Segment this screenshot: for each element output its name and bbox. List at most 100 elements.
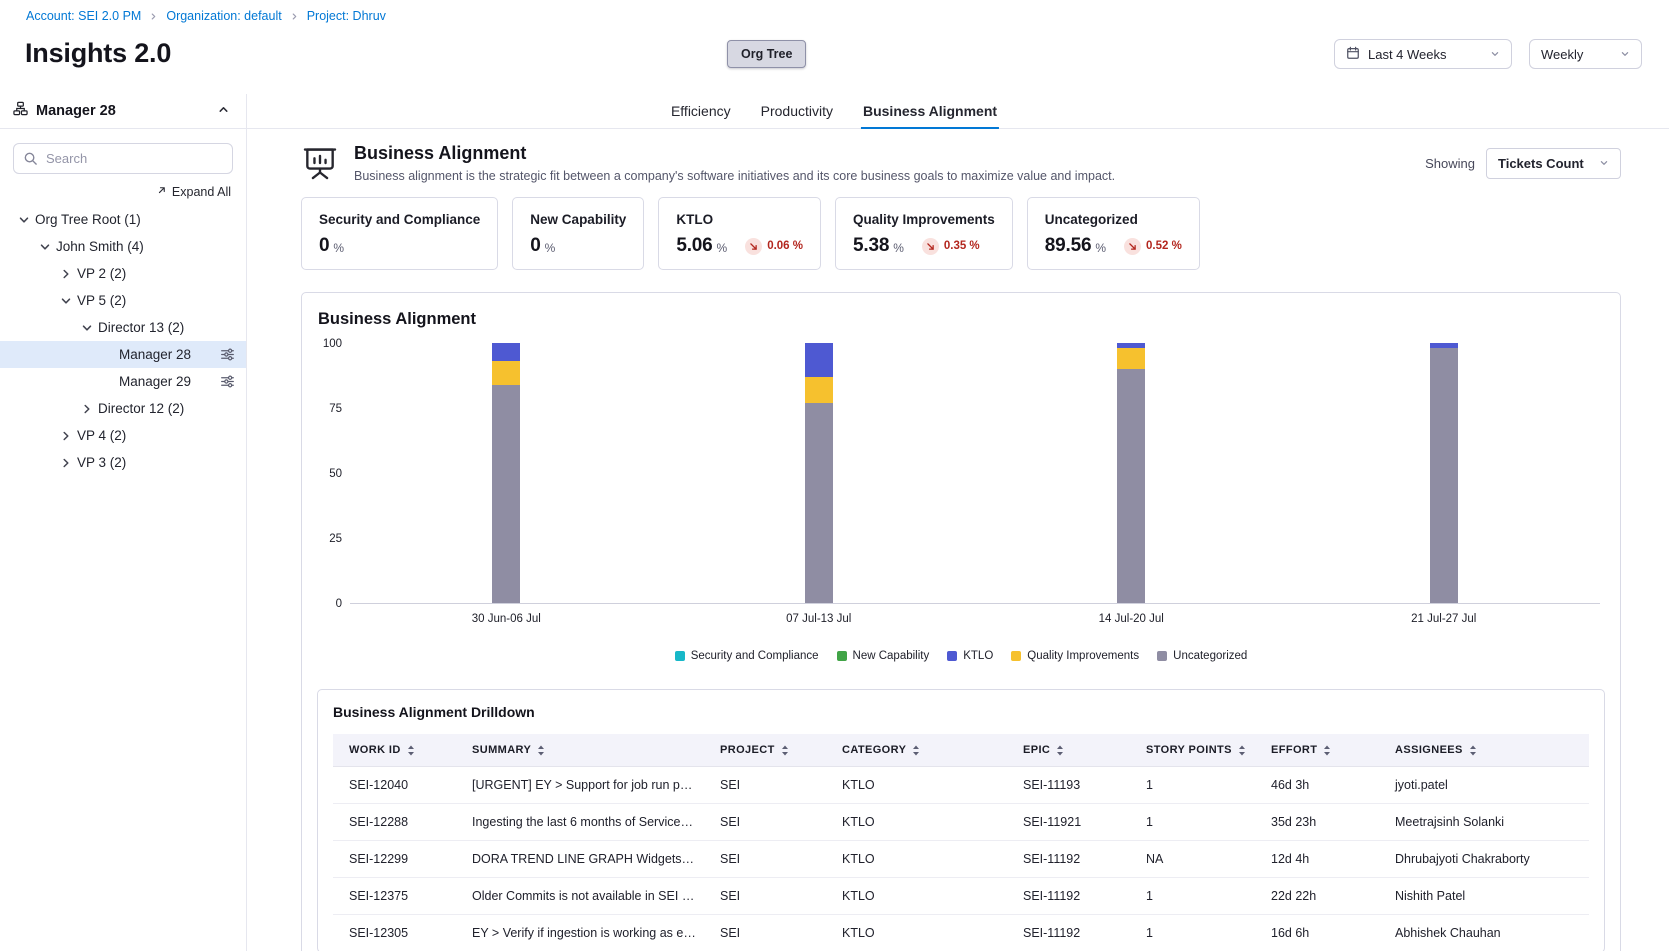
cell-work-id: SEI-12375 bbox=[333, 878, 456, 915]
bar-segment-quality-improvements[interactable] bbox=[1117, 348, 1145, 369]
cell-epic: SEI-11921 bbox=[1007, 804, 1130, 841]
tree-node-vp-5-2[interactable]: VP 5 (2) bbox=[0, 287, 246, 314]
bar-14-jul-20-jul[interactable] bbox=[1117, 343, 1145, 603]
search-box bbox=[13, 143, 233, 174]
chevron-right-icon[interactable] bbox=[79, 401, 95, 417]
calendar-icon bbox=[1346, 46, 1360, 63]
sort-icon bbox=[1469, 745, 1477, 756]
bar-07-jul-13-jul[interactable] bbox=[805, 343, 833, 603]
chevron-up-icon bbox=[216, 102, 231, 120]
tree-node-vp-4-2[interactable]: VP 4 (2) bbox=[0, 422, 246, 449]
bar-segment-uncategorized[interactable] bbox=[492, 385, 520, 603]
table-row[interactable]: SEI-12305EY > Verify if ingestion is wor… bbox=[333, 915, 1589, 951]
tree-node-manager-28[interactable]: Manager 28 bbox=[0, 341, 246, 368]
trend-delta-value: 0.06 % bbox=[767, 240, 803, 252]
stat-card-title: Uncategorized bbox=[1045, 212, 1182, 227]
filter-settings-icon[interactable] bbox=[220, 347, 235, 362]
column-header-epic[interactable]: EPIC bbox=[1007, 734, 1130, 767]
stat-card-value: 5.06 bbox=[676, 235, 712, 257]
bar-slot bbox=[663, 344, 976, 603]
column-header-story-points[interactable]: STORY POINTS bbox=[1130, 734, 1255, 767]
tree-node-label: VP 5 (2) bbox=[77, 293, 126, 308]
bar-21-jul-27-jul[interactable] bbox=[1430, 343, 1458, 603]
bar-segment-ktlo[interactable] bbox=[492, 343, 520, 361]
legend-item-ktlo[interactable]: KTLO bbox=[947, 650, 993, 662]
stat-card-value-row: 89.56%0.52 % bbox=[1045, 235, 1182, 257]
tree-node-director-13-2[interactable]: Director 13 (2) bbox=[0, 314, 246, 341]
tree-node-john-smith-4[interactable]: John Smith (4) bbox=[0, 233, 246, 260]
chevron-down-icon[interactable] bbox=[58, 293, 74, 309]
cell-project: SEI bbox=[704, 841, 826, 878]
column-header-effort[interactable]: EFFORT bbox=[1255, 734, 1379, 767]
column-header-summary[interactable]: SUMMARY bbox=[456, 734, 704, 767]
bar-segment-ktlo[interactable] bbox=[805, 343, 833, 377]
sort-icon bbox=[1238, 745, 1246, 756]
tree-node-org-tree-root-1[interactable]: Org Tree Root (1) bbox=[0, 206, 246, 233]
bar-30-jun-06-jul[interactable] bbox=[492, 343, 520, 603]
header-controls: Last 4 Weeks Weekly bbox=[1334, 39, 1642, 69]
trend-down-icon bbox=[1124, 238, 1141, 255]
stat-card-value: 0 bbox=[319, 235, 329, 257]
breadcrumb-link-project-dhruv[interactable]: Project: Dhruv bbox=[307, 9, 386, 23]
drilldown-table: WORK IDSUMMARYPROJECTCATEGORYEPICSTORY P… bbox=[333, 734, 1589, 951]
table-row[interactable]: SEI-12299DORA TREND LINE GRAPH Widgets i… bbox=[333, 841, 1589, 878]
granularity-select[interactable]: Weekly bbox=[1529, 39, 1642, 69]
chevron-right-icon[interactable] bbox=[58, 455, 74, 471]
tree-node-manager-29[interactable]: Manager 29 bbox=[0, 368, 246, 395]
date-range-select[interactable]: Last 4 Weeks bbox=[1334, 39, 1512, 69]
bar-segment-uncategorized[interactable] bbox=[1117, 369, 1145, 603]
column-header-category[interactable]: CATEGORY bbox=[826, 734, 1007, 767]
showing-select[interactable]: Tickets Count bbox=[1486, 148, 1621, 179]
sort-icon bbox=[407, 745, 415, 756]
tab-efficiency[interactable]: Efficiency bbox=[669, 94, 733, 129]
trend-badge: 0.52 % bbox=[1124, 238, 1182, 255]
legend-item-new-capability[interactable]: New Capability bbox=[837, 650, 930, 662]
org-tree-button[interactable]: Org Tree bbox=[727, 40, 806, 68]
chevron-down-icon[interactable] bbox=[79, 320, 95, 336]
tab-business-alignment[interactable]: Business Alignment bbox=[861, 94, 999, 129]
chevron-down-icon[interactable] bbox=[16, 212, 32, 228]
chevron-right-icon[interactable] bbox=[58, 266, 74, 282]
column-header-assignees[interactable]: ASSIGNEES bbox=[1379, 734, 1589, 767]
tree-node-director-12-2[interactable]: Director 12 (2) bbox=[0, 395, 246, 422]
legend-item-quality-improvements[interactable]: Quality Improvements bbox=[1011, 650, 1139, 662]
cell-assignees: Dhrubajyoti Chakraborty bbox=[1379, 841, 1589, 878]
bar-segment-quality-improvements[interactable] bbox=[805, 377, 833, 403]
table-row[interactable]: SEI-12040[URGENT] EY > Support for job r… bbox=[333, 767, 1589, 804]
stat-card-new-capability: New Capability0% bbox=[512, 197, 644, 270]
column-header-work-id[interactable]: WORK ID bbox=[333, 734, 456, 767]
cell-category: KTLO bbox=[826, 804, 1007, 841]
expand-all-button[interactable]: Expand All bbox=[15, 185, 231, 199]
tab-productivity[interactable]: Productivity bbox=[759, 94, 835, 129]
tree-node-vp-3-2[interactable]: VP 3 (2) bbox=[0, 449, 246, 476]
bar-segment-uncategorized[interactable] bbox=[805, 403, 833, 603]
breadcrumb-link-organization-default[interactable]: Organization: default bbox=[166, 9, 281, 23]
stat-card-value-row: 0% bbox=[530, 235, 626, 257]
section-title: Business Alignment bbox=[354, 143, 1115, 164]
stat-card-value-row: 5.06%0.06 % bbox=[676, 235, 803, 257]
trend-down-icon bbox=[745, 238, 762, 255]
table-row[interactable]: SEI-12288Ingesting the last 6 months of … bbox=[333, 804, 1589, 841]
cell-effort: 12d 4h bbox=[1255, 841, 1379, 878]
collapse-sidebar-button[interactable] bbox=[214, 100, 233, 122]
chevron-down-icon[interactable] bbox=[37, 239, 53, 255]
date-range-value: Last 4 Weeks bbox=[1368, 47, 1447, 62]
bar-segment-quality-improvements[interactable] bbox=[492, 361, 520, 384]
stat-card-value: 5.38 bbox=[853, 235, 889, 257]
legend-item-security-and-compliance[interactable]: Security and Compliance bbox=[675, 650, 819, 662]
breadcrumb-link-account-sei-2-0-pm[interactable]: Account: SEI 2.0 PM bbox=[26, 9, 141, 23]
bar-segment-uncategorized[interactable] bbox=[1430, 348, 1458, 603]
cell-summary: Ingesting the last 6 months of ServiceN.… bbox=[456, 804, 704, 841]
table-row[interactable]: SEI-12375Older Commits is not available … bbox=[333, 878, 1589, 915]
legend-item-uncategorized[interactable]: Uncategorized bbox=[1157, 650, 1247, 662]
column-header-label: EFFORT bbox=[1271, 744, 1317, 756]
cell-epic: SEI-11192 bbox=[1007, 915, 1130, 951]
chevron-right-icon[interactable] bbox=[58, 428, 74, 444]
column-header-project[interactable]: PROJECT bbox=[704, 734, 826, 767]
tree-node-vp-2-2[interactable]: VP 2 (2) bbox=[0, 260, 246, 287]
cell-work-id: SEI-12299 bbox=[333, 841, 456, 878]
search-input[interactable] bbox=[13, 143, 233, 174]
filter-settings-icon[interactable] bbox=[220, 374, 235, 389]
cell-story-points: 1 bbox=[1130, 878, 1255, 915]
cell-summary: [URGENT] EY > Support for job run par... bbox=[456, 767, 704, 804]
